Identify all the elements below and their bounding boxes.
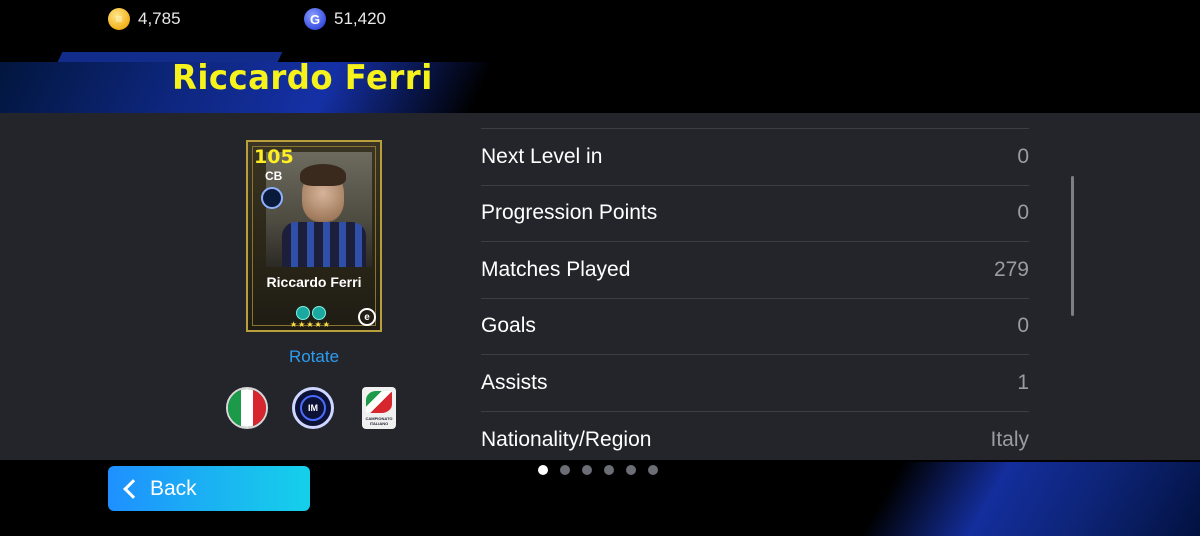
club-ring: IM xyxy=(300,395,326,421)
stat-row-matches-played: Matches Played 279 xyxy=(481,242,1029,299)
chevron-left-icon xyxy=(123,478,143,499)
gp-icon: G xyxy=(304,8,326,30)
top-header: ≡ 4,785 G 51,420 Riccardo Ferri xyxy=(0,0,1200,113)
stat-row-assists: Assists 1 xyxy=(481,355,1029,412)
stat-row-nationality: Nationality/Region Italy xyxy=(481,412,1029,469)
stat-row-progression-points: Progression Points 0 xyxy=(481,186,1029,242)
rotate-button[interactable]: Rotate xyxy=(246,347,382,367)
league-swoosh xyxy=(366,391,392,413)
stat-label: Matches Played xyxy=(481,257,631,281)
gp-display: G 51,420 xyxy=(304,8,386,30)
page-dot[interactable] xyxy=(626,465,636,475)
stat-row-goals: Goals 0 xyxy=(481,299,1029,355)
card-club-icon xyxy=(261,187,283,209)
page-dot[interactable] xyxy=(582,465,592,475)
back-label: Back xyxy=(150,476,197,500)
stat-row-next-level: Next Level in 0 xyxy=(481,129,1029,186)
page-dot[interactable] xyxy=(604,465,614,475)
page-dot[interactable] xyxy=(560,465,570,475)
stat-value: 1 xyxy=(1017,370,1029,394)
stat-value: 279 xyxy=(993,257,1029,281)
card-stars: ★★★★★ xyxy=(290,320,331,329)
stat-label: Next Level in xyxy=(481,144,603,168)
stat-value: 0 xyxy=(1017,201,1029,225)
page-dot[interactable] xyxy=(648,465,658,475)
coins-value: 4,785 xyxy=(138,9,181,28)
card-rating: 105 xyxy=(254,146,294,168)
skill-badge-icon xyxy=(312,306,326,320)
league-text: CAMPIONATO ITALIANO xyxy=(365,416,393,426)
coin-icon: ≡ xyxy=(108,8,130,30)
stats-scrollbar[interactable] xyxy=(1071,176,1074,316)
stat-label: Progression Points xyxy=(481,201,658,225)
inter-club-badge-icon[interactable]: IM xyxy=(292,387,334,429)
stats-list[interactable]: Next Level in 0 Progression Points 0 Mat… xyxy=(481,128,1029,468)
page-dot-active[interactable] xyxy=(538,465,548,475)
page-indicator xyxy=(538,465,658,475)
serie-a-league-badge-icon[interactable]: CAMPIONATO ITALIANO xyxy=(362,387,396,429)
stat-value: Italy xyxy=(990,427,1029,451)
stat-label: Goals xyxy=(481,314,536,338)
page-title: Riccardo Ferri xyxy=(172,58,433,98)
skill-badge-icon xyxy=(296,306,310,320)
stat-label: Nationality/Region xyxy=(481,427,652,451)
player-shirt xyxy=(282,222,366,267)
player-hair xyxy=(300,164,346,186)
back-button[interactable]: Back xyxy=(108,466,310,511)
card-skill-badges xyxy=(296,306,326,320)
player-card[interactable]: 105 CB Riccardo Ferri ★★★★★ e xyxy=(246,140,382,332)
bottom-decor-stripe xyxy=(856,462,1200,536)
stat-label: Assists xyxy=(481,370,548,394)
coins-display: ≡ 4,785 xyxy=(108,8,181,30)
gp-value: 51,420 xyxy=(334,9,386,28)
card-position: CB xyxy=(265,169,283,183)
italy-flag-icon[interactable] xyxy=(226,387,268,429)
efootball-logo-icon: e xyxy=(358,308,376,326)
stat-value: 0 xyxy=(1017,314,1029,338)
stat-value: 0 xyxy=(1017,144,1029,168)
card-player-name: Riccardo Ferri xyxy=(266,274,362,290)
